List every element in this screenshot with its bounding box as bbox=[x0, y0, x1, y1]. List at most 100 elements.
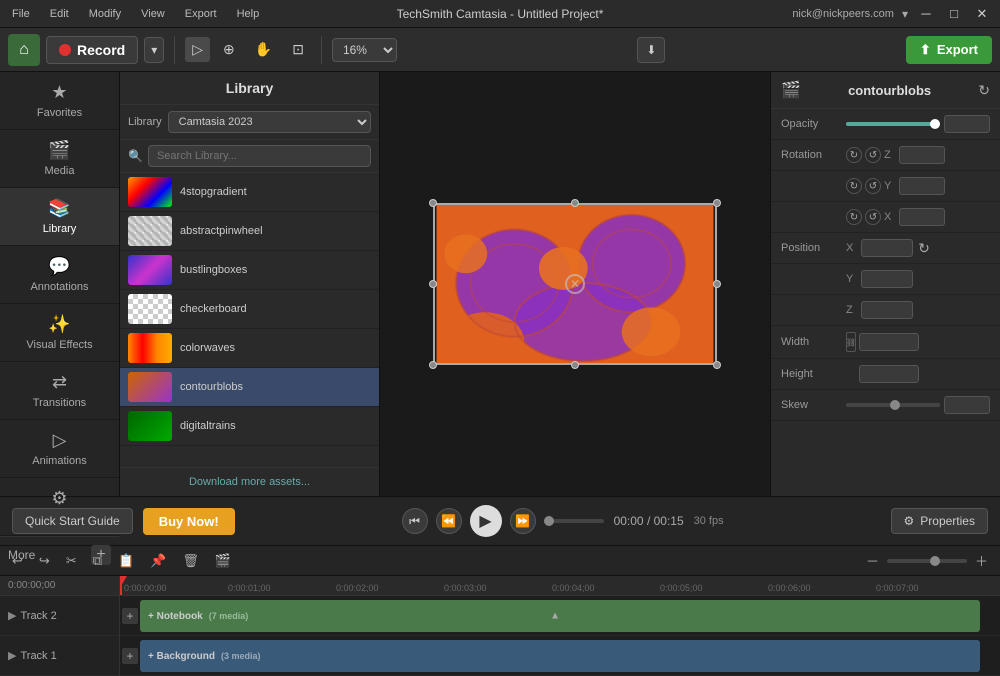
height-value-input[interactable]: 1,080.0 bbox=[859, 365, 919, 383]
menu-file[interactable]: File bbox=[8, 6, 34, 22]
download-button[interactable]: ⬇ bbox=[637, 37, 665, 63]
track-1-expand-icon[interactable]: ▶ bbox=[8, 649, 16, 662]
menu-help[interactable]: Help bbox=[233, 6, 264, 22]
rot-x-value-input[interactable]: 0.0° bbox=[899, 208, 945, 226]
link-dimensions-icon[interactable]: ⛓ bbox=[846, 332, 856, 352]
pos-y-value-input[interactable]: -6.3 bbox=[861, 270, 913, 288]
redo-button[interactable]: ↪ bbox=[35, 551, 54, 571]
paste-button[interactable]: 📋 bbox=[114, 551, 138, 571]
volume-scrubber[interactable] bbox=[544, 519, 604, 523]
sidebar-item-visual-effects[interactable]: ✨ Visual Effects bbox=[0, 304, 119, 362]
ruler-mark-5: 0:00:05;00 bbox=[660, 583, 703, 593]
refresh-button[interactable]: ↻ bbox=[978, 82, 990, 99]
delete-button[interactable]: 🗑 bbox=[178, 551, 203, 571]
list-item[interactable]: checkerboard bbox=[120, 290, 379, 329]
list-item[interactable]: digitaltrains bbox=[120, 407, 379, 446]
sidebar-item-annotations[interactable]: 💬 Annotations bbox=[0, 246, 119, 304]
record-button[interactable]: Record bbox=[46, 36, 138, 64]
quick-start-guide-button[interactable]: Quick Start Guide bbox=[12, 508, 133, 534]
opacity-slider[interactable] bbox=[846, 122, 940, 126]
track-2-add-button[interactable]: + bbox=[122, 608, 138, 624]
rot-z-value-input[interactable]: 0.0° bbox=[899, 146, 945, 164]
rotate-x-cw-button[interactable]: ↻ bbox=[846, 209, 862, 225]
menu-export[interactable]: Export bbox=[181, 6, 221, 22]
minimize-button[interactable]: ─ bbox=[916, 4, 936, 24]
properties-button[interactable]: ⚙ Properties bbox=[891, 508, 988, 534]
buy-now-button[interactable]: Buy Now! bbox=[143, 508, 235, 535]
menu-view[interactable]: View bbox=[137, 6, 169, 22]
search-input[interactable] bbox=[148, 145, 371, 167]
width-value-input[interactable]: 1,920.0 bbox=[859, 333, 919, 351]
list-item[interactable]: bustlingboxes bbox=[120, 251, 379, 290]
item-name: abstractpinwheel bbox=[180, 225, 263, 237]
list-item[interactable]: colorwaves bbox=[120, 329, 379, 368]
handle-mid-right[interactable] bbox=[713, 280, 721, 288]
rotate-ccw-button[interactable]: ↺ bbox=[865, 147, 881, 163]
step-forward-button[interactable]: ⏩ bbox=[510, 508, 536, 534]
menu-modify[interactable]: Modify bbox=[85, 6, 125, 22]
main-content: ★ Favorites 🎬 Media 📚 Library 💬 Annotati… bbox=[0, 72, 1000, 496]
list-item[interactable]: 4stopgradient bbox=[120, 173, 379, 212]
library-selector-dropdown[interactable]: Camtasia 2023 bbox=[168, 111, 371, 133]
center-transform-handle[interactable]: ✕ bbox=[565, 274, 585, 294]
sidebar-item-favorites[interactable]: ★ Favorites bbox=[0, 72, 119, 130]
list-item[interactable]: abstractpinwheel bbox=[120, 212, 379, 251]
item-thumbnail bbox=[128, 372, 172, 402]
track-clip-background[interactable]: + Background (3 media) bbox=[140, 640, 980, 672]
handle-bot-right[interactable] bbox=[713, 361, 721, 369]
rotate-y-ccw-button[interactable]: ↺ bbox=[865, 178, 881, 194]
zoom-slider[interactable] bbox=[887, 559, 967, 563]
rotate-y-cw-button[interactable]: ↻ bbox=[846, 178, 862, 194]
handle-top-center[interactable] bbox=[571, 199, 579, 207]
handle-bot-center[interactable] bbox=[571, 361, 579, 369]
handle-top-right[interactable] bbox=[713, 199, 721, 207]
pos-x-reset-button[interactable]: ↻ bbox=[916, 240, 932, 256]
track-expand-icon[interactable]: ▶ bbox=[8, 609, 16, 622]
home-button[interactable]: ⌂ bbox=[8, 34, 40, 66]
handle-mid-left[interactable] bbox=[429, 280, 437, 288]
sidebar-item-media[interactable]: 🎬 Media bbox=[0, 130, 119, 188]
handle-bot-left[interactable] bbox=[429, 361, 437, 369]
go-to-start-button[interactable]: ⏮ bbox=[402, 508, 428, 534]
pos-x-value-input[interactable]: -4.4 bbox=[861, 239, 913, 257]
track-clip-notebook[interactable]: + Notebook (7 media) ▲ bbox=[140, 600, 980, 632]
pos-z-value-input[interactable]: 0.0 bbox=[861, 301, 913, 319]
zoom-out-button[interactable]: － bbox=[862, 549, 883, 572]
close-button[interactable]: ✕ bbox=[972, 4, 992, 24]
undo-button[interactable]: ↩ bbox=[8, 551, 27, 571]
rot-y-value-input[interactable]: 0.0° bbox=[899, 177, 945, 195]
download-assets-link[interactable]: Download more assets... bbox=[120, 467, 379, 496]
zoom-level-select[interactable]: 16% 25% 50% 100% bbox=[332, 38, 397, 62]
copy-button[interactable]: ⧉ bbox=[89, 551, 106, 571]
rotation-row-y: ↻ ↺ Y 0.0° bbox=[771, 171, 1000, 202]
list-item[interactable]: contourblobs bbox=[120, 368, 379, 407]
zoom-in-button[interactable]: ＋ bbox=[971, 549, 992, 572]
sidebar-item-animations[interactable]: ▷ Animations bbox=[0, 420, 119, 478]
maximize-button[interactable]: □ bbox=[944, 4, 964, 24]
export-button[interactable]: ⬆ Export bbox=[906, 36, 992, 64]
menu-edit[interactable]: Edit bbox=[46, 6, 73, 22]
play-pause-button[interactable]: ▶ bbox=[470, 505, 502, 537]
sidebar-item-library[interactable]: 📚 Library bbox=[0, 188, 119, 246]
video-clip-button[interactable]: 🎬 bbox=[211, 551, 235, 571]
cut-button[interactable]: ✂ bbox=[62, 551, 81, 571]
pan-tool-button[interactable]: ✋ bbox=[248, 37, 279, 62]
opacity-value-input[interactable]: 100% bbox=[944, 115, 990, 133]
step-back-button[interactable]: ⏪ bbox=[436, 508, 462, 534]
rotate-cw-button[interactable]: ↻ bbox=[846, 147, 862, 163]
track-1-row: + + Background (3 media) bbox=[120, 636, 1000, 676]
rotate-x-ccw-button[interactable]: ↺ bbox=[865, 209, 881, 225]
ruler-mark-1: 0:00:01;00 bbox=[228, 583, 271, 593]
user-dropdown-icon[interactable]: ▾ bbox=[902, 7, 908, 21]
track-1-add-button[interactable]: + bbox=[122, 648, 138, 664]
sidebar-item-transitions[interactable]: ⇄ Transitions bbox=[0, 362, 119, 420]
transform-tool-button[interactable]: ⊡ bbox=[285, 37, 311, 62]
skew-value-input[interactable]: 0 bbox=[944, 396, 990, 414]
handle-top-left[interactable] bbox=[429, 199, 437, 207]
record-dropdown-button[interactable]: ▾ bbox=[144, 37, 164, 63]
crop-rotate-tool-button[interactable]: ⊕ bbox=[216, 37, 242, 62]
paste-special-button[interactable]: 📌 bbox=[146, 551, 170, 571]
skew-slider[interactable] bbox=[846, 403, 940, 407]
select-tool-button[interactable]: ▷ bbox=[185, 37, 210, 62]
props-tab-icon[interactable]: 🎬 bbox=[781, 80, 801, 100]
